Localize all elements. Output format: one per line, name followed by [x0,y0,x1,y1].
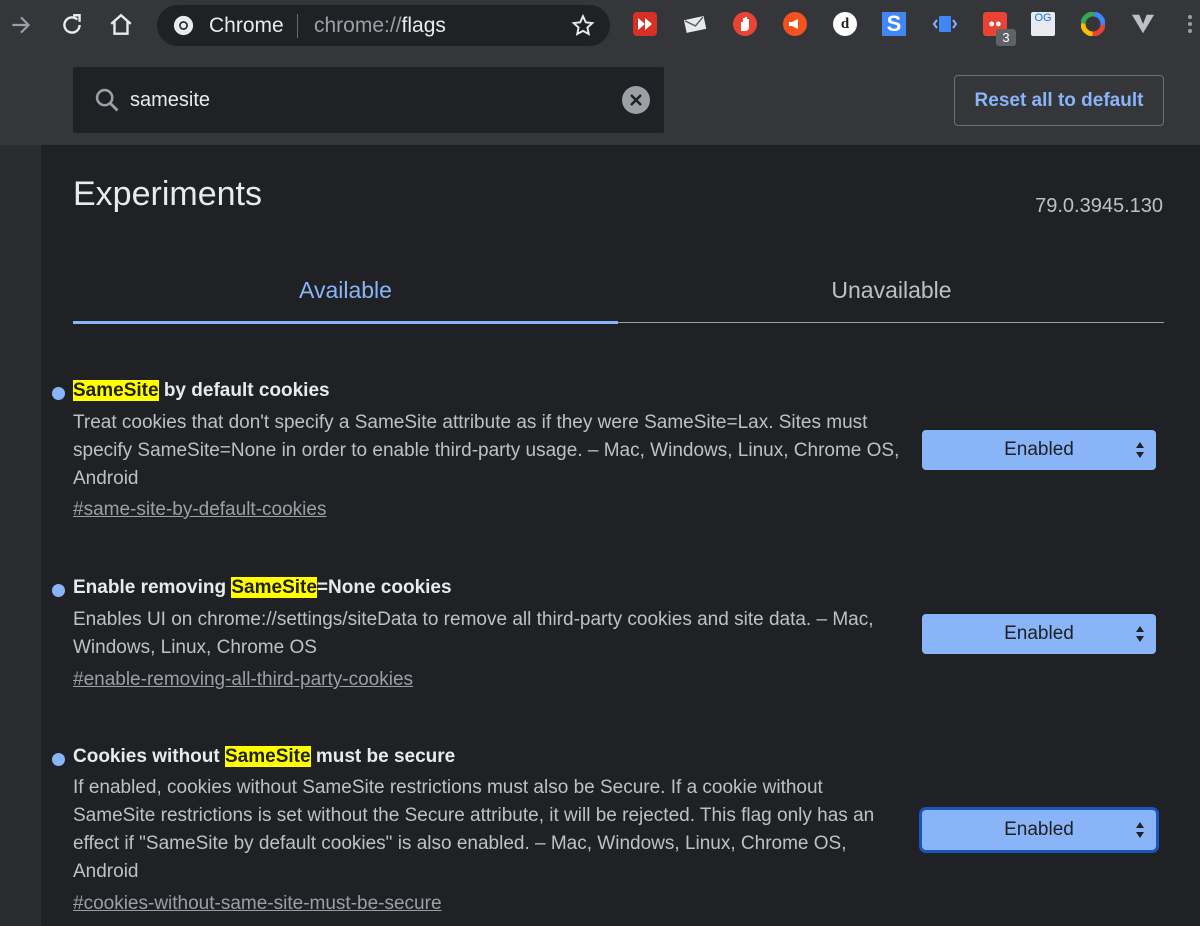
url-text: chrome://flags [314,14,446,38]
page-title: Experiments [73,175,262,213]
search-highlight: SameSite [231,577,317,598]
unsaved-dot-icon [52,753,65,766]
clear-search-button[interactable] [622,86,650,114]
url-scheme: chrome:// [314,14,402,37]
close-icon [630,94,642,106]
browser-toolbar: Chrome chrome://flags d S ●● 3 OG [0,0,1200,52]
chrome-logo-icon [173,15,194,36]
experiment-item: Enable removing SameSite=None cookies En… [52,577,1172,697]
select-value: Enabled [1004,819,1074,840]
envelope-extension-icon[interactable] [683,12,707,36]
extension-overflow-icon[interactable] [1180,12,1200,36]
experiment-permalink[interactable]: #same-site-by-default-cookies [73,499,326,521]
s-extension-icon[interactable]: S [882,11,906,36]
experiment-title: Enable removing SameSite=None cookies [73,577,452,598]
unsaved-dot-icon [52,584,65,597]
home-button[interactable] [104,8,138,42]
reset-all-button[interactable]: Reset all to default [954,75,1164,126]
search-icon [95,88,119,112]
d-extension-icon[interactable]: d [833,12,857,36]
up-down-arrows-icon [1136,442,1144,458]
experiment-item: Cookies without SameSite must be secure … [52,746,1172,926]
fast-forward-extension-icon[interactable] [633,12,657,36]
search-input[interactable] [130,83,610,117]
megaphone-extension-icon[interactable] [783,12,807,36]
og-extension-icon[interactable]: OG [1031,12,1055,36]
up-down-arrows-icon [1136,822,1144,838]
address-divider [297,14,298,38]
color-wheel-extension-icon[interactable] [1081,12,1105,36]
experiment-description: Treat cookies that don't specify a SameS… [73,412,900,489]
search-highlight: SameSite [73,380,159,401]
experiment-state-select[interactable]: Enabled [922,614,1156,654]
experiment-permalink[interactable]: #cookies-without-same-site-must-be-secur… [73,893,442,915]
tab-bar: Available Unavailable [73,258,1164,324]
select-value: Enabled [1004,439,1074,460]
extension-badge: 3 [996,29,1016,46]
hand-block-extension-icon[interactable] [733,12,757,36]
tab-unavailable[interactable]: Unavailable [619,258,1164,322]
reload-button[interactable] [55,8,89,42]
experiment-description: If enabled, cookies without SameSite res… [73,777,875,882]
bookmark-star-icon[interactable] [570,13,596,39]
search-box[interactable] [73,67,664,133]
address-bar[interactable]: Chrome chrome://flags [157,5,610,46]
tab-available[interactable]: Available [73,258,618,324]
experiment-title: Cookies without SameSite must be secure [73,746,456,767]
select-value: Enabled [1004,623,1074,644]
experiment-title: SameSite by default cookies [73,380,330,401]
unsaved-dot-icon [52,387,65,400]
experiment-permalink[interactable]: #enable-removing-all-third-party-cookies [73,669,413,691]
v-extension-icon[interactable] [1131,12,1155,36]
experiment-state-select[interactable]: Enabled [922,430,1156,470]
up-down-arrows-icon [1136,626,1144,642]
reload-icon [63,14,81,34]
experiment-state-select[interactable]: Enabled [922,810,1156,850]
version-number: 79.0.3945.130 [1035,195,1163,217]
forward-button[interactable] [4,8,38,42]
arrow-right-icon [12,16,31,34]
site-label: Chrome [209,14,284,37]
url-path: flags [401,14,446,37]
home-icon [110,13,132,35]
code-extension-icon[interactable] [933,12,957,36]
flags-header: Reset all to default [0,52,1200,145]
left-gutter [0,145,41,926]
search-highlight: SameSite [225,746,311,767]
experiment-description: Enables UI on chrome://settings/siteData… [73,609,874,658]
experiment-item: SameSite by default cookies Treat cookie… [52,380,1172,530]
